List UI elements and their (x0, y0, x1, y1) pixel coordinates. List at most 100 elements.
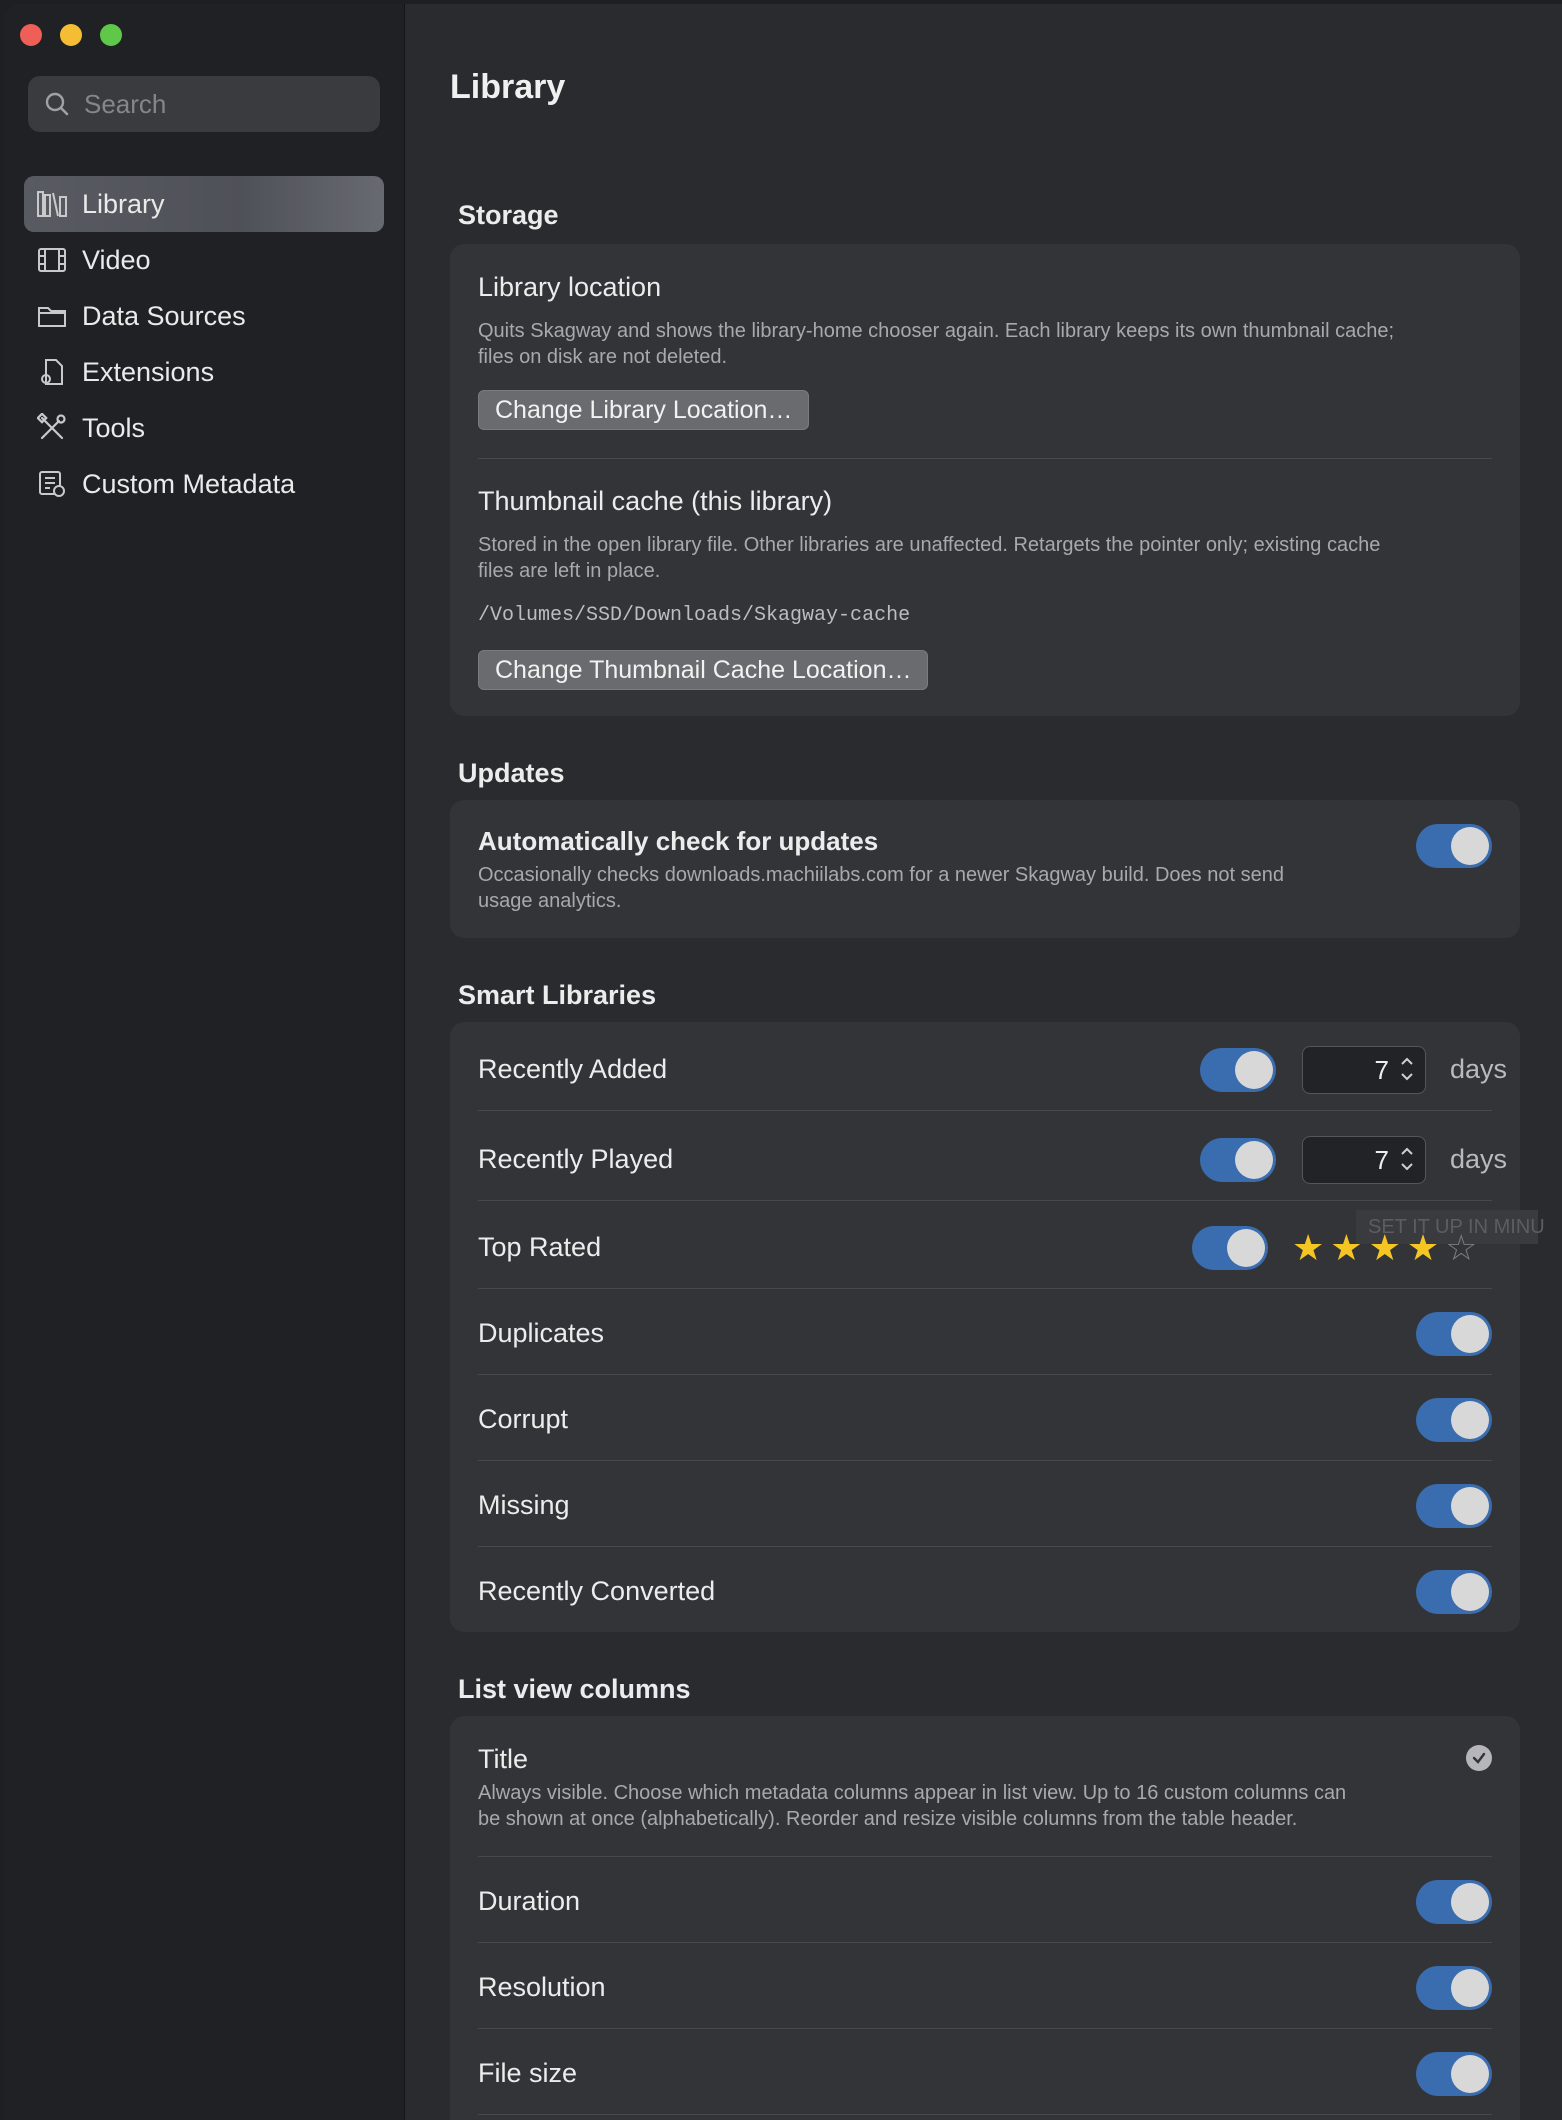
auto-check-toggle[interactable] (1416, 824, 1492, 868)
duplicates-label: Duplicates (478, 1318, 605, 1348)
recently-converted-label: Recently Converted (478, 1576, 716, 1606)
section-heading-updates: Updates (458, 758, 565, 788)
toggle-knob (1451, 1883, 1489, 1921)
resolution-toggle[interactable] (1416, 1966, 1492, 2010)
title-column-desc-line1: Always visible. Choose which metadata co… (478, 1782, 1347, 1804)
search-field[interactable] (28, 76, 380, 132)
divider (478, 1288, 1492, 1289)
library-location-desc-line1: Quits Skagway and shows the library-home… (478, 320, 1395, 342)
divider (478, 1942, 1492, 1943)
tools-icon (36, 412, 68, 444)
recently-converted-toggle[interactable] (1416, 1570, 1492, 1614)
top-rated-toggle[interactable] (1192, 1226, 1268, 1270)
library-location-title: Library location (478, 272, 662, 302)
star-icon[interactable]: ★ (1407, 1230, 1439, 1266)
divider (478, 458, 1492, 459)
toggle-knob (1235, 1051, 1273, 1089)
top-rated-stars[interactable]: ★ ★ ★ ★ ☆ (1292, 1230, 1477, 1266)
storage-card: Library location Quits Skagway and shows… (450, 244, 1520, 716)
recently-played-unit: days (1450, 1144, 1508, 1174)
duration-toggle[interactable] (1416, 1880, 1492, 1924)
section-heading-storage: Storage (458, 200, 559, 230)
top-rated-label: Top Rated (478, 1232, 602, 1262)
sidebar-item-tools[interactable]: Tools (24, 400, 384, 456)
divider (478, 1110, 1492, 1111)
thumbnail-cache-desc-line1: Stored in the open library file. Other l… (478, 534, 1381, 556)
smart-libraries-card: Recently Added 7 days Recently Played 7 … (450, 1022, 1545, 1632)
thumbnail-cache-path: /Volumes/SSD/Downloads/Skagway-cache (478, 604, 911, 627)
stepper-arrows-icon (1401, 1147, 1413, 1171)
sidebar-item-video[interactable]: Video (24, 232, 384, 288)
section-heading-list-view-columns: List view columns (458, 1674, 691, 1704)
divider (478, 1546, 1492, 1547)
star-icon[interactable]: ★ (1330, 1230, 1362, 1266)
sidebar-item-label: Data Sources (82, 300, 246, 331)
corrupt-toggle[interactable] (1416, 1398, 1492, 1442)
recently-played-toggle[interactable] (1200, 1138, 1276, 1182)
updates-card: Automatically check for updates Occasion… (450, 800, 1520, 938)
sidebar-item-label: Extensions (82, 356, 215, 387)
toggle-knob (1451, 1573, 1489, 1611)
change-library-location-button[interactable]: Change Library Location… (478, 390, 810, 430)
file-size-toggle[interactable] (1416, 2052, 1492, 2096)
stepper-value: 7 (1374, 1055, 1389, 1085)
recently-added-label: Recently Added (478, 1054, 668, 1084)
minimize-window-button[interactable] (60, 24, 82, 46)
recently-added-unit: days (1450, 1054, 1508, 1084)
sidebar-item-label: Library (82, 188, 165, 219)
page-title: Library (450, 68, 566, 106)
recently-added-toggle[interactable] (1200, 1048, 1276, 1092)
list-view-columns-card: Title Always visible. Choose which metad… (450, 1716, 1520, 2120)
star-outline-icon[interactable]: ☆ (1445, 1230, 1477, 1266)
recently-played-label: Recently Played (478, 1144, 674, 1174)
close-window-button[interactable] (20, 24, 42, 46)
thumbnail-cache-desc-line2: files are left in place. (478, 560, 661, 582)
auto-check-title: Automatically check for updates (478, 826, 879, 856)
sidebar-item-custom-metadata[interactable]: Custom Metadata (24, 456, 384, 512)
film-icon (36, 244, 68, 276)
extension-icon (36, 356, 68, 388)
missing-label: Missing (478, 1490, 570, 1520)
main-pane: Library Storage Library location Quits S… (404, 4, 1562, 2120)
toggle-knob (1451, 1315, 1489, 1353)
file-size-label: File size (478, 2058, 578, 2088)
duration-label: Duration (478, 1886, 581, 1916)
divider (478, 2028, 1492, 2029)
change-thumbnail-cache-location-button[interactable]: Change Thumbnail Cache Location… (478, 650, 929, 690)
missing-toggle[interactable] (1416, 1484, 1492, 1528)
custom-metadata-icon (36, 468, 68, 500)
sidebar-item-label: Custom Metadata (82, 468, 296, 499)
title-column-desc-line2: be shown at once (alphabetically). Reord… (478, 1808, 1298, 1830)
stepper-value: 7 (1374, 1145, 1389, 1175)
sidebar-item-extensions[interactable]: Extensions (24, 344, 384, 400)
folder-icon (36, 300, 68, 332)
divider (478, 2114, 1492, 2115)
sidebar-item-data-sources[interactable]: Data Sources (24, 288, 384, 344)
corrupt-label: Corrupt (478, 1404, 569, 1434)
recently-added-days-stepper[interactable]: 7 (1302, 1046, 1426, 1094)
divider (478, 1374, 1492, 1375)
divider (478, 1856, 1492, 1857)
sidebar-nav: Library Video Data Sources Extensions To… (24, 176, 384, 512)
title-column-label: Title (478, 1744, 529, 1774)
library-location-desc-line2: files on disk are not deleted. (478, 346, 728, 368)
auto-check-desc-line1: Occasionally checks downloads.machiilabs… (478, 864, 1284, 886)
duplicates-toggle[interactable] (1416, 1312, 1492, 1356)
star-icon[interactable]: ★ (1292, 1230, 1324, 1266)
stepper-arrows-icon (1401, 1057, 1413, 1081)
sidebar-item-library[interactable]: Library (24, 176, 384, 232)
recently-played-days-stepper[interactable]: 7 (1302, 1136, 1426, 1184)
sidebar: Library Video Data Sources (4, 4, 405, 2120)
toggle-knob (1227, 1229, 1265, 1267)
toggle-knob (1451, 827, 1489, 865)
toggle-knob (1235, 1141, 1273, 1179)
library-icon (36, 188, 68, 220)
zoom-window-button[interactable] (100, 24, 122, 46)
search-input[interactable] (82, 87, 356, 121)
divider (478, 1200, 1492, 1201)
section-heading-smart-libraries: Smart Libraries (458, 980, 657, 1010)
star-icon[interactable]: ★ (1369, 1230, 1401, 1266)
auto-check-desc-line2: usage analytics. (478, 890, 622, 912)
title-column-checkmark-icon (1466, 1745, 1492, 1771)
sidebar-item-label: Video (82, 244, 151, 275)
